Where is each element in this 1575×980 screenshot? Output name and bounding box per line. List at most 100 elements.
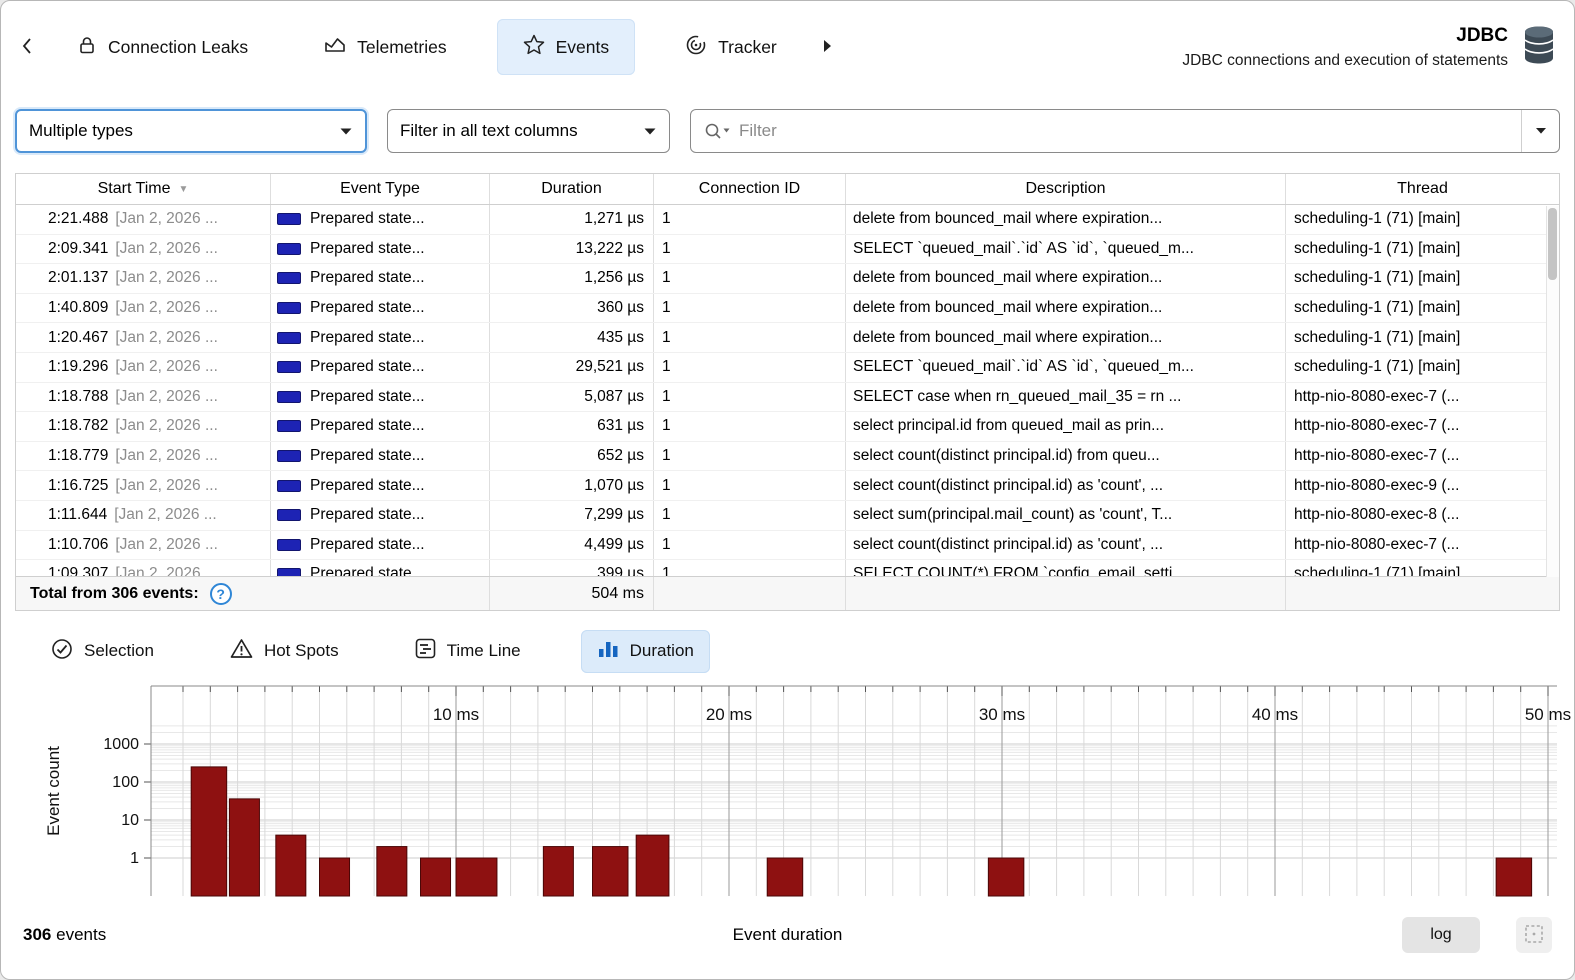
cell-connection-id: 1 [654,294,846,323]
table-row[interactable]: 1:19.296[Jan 2, 2026 ...Prepared state..… [16,353,1559,383]
events-count: 306 events [23,925,106,945]
view-tab-label: Time Line [447,641,521,661]
table-row[interactable]: 1:10.706[Jan 2, 2026 ...Prepared state..… [16,531,1559,561]
table-body: 2:21.488[Jan 2, 2026 ... Prepared state..… [16,205,1559,576]
page-subtitle: JDBC connections and execution of statem… [1182,52,1508,70]
filter-history-dropdown[interactable] [1521,110,1559,152]
hot-spots-icon [230,638,253,664]
cell-connection-id: 1 [654,501,846,530]
chevron-down-icon [643,121,657,141]
cell-connection-id: 1 [654,560,846,576]
search-icon[interactable] [691,121,739,141]
filter-search-input[interactable] [739,121,1521,141]
event-type-color-icon [277,272,301,284]
table-row[interactable]: 1:18.779[Jan 2, 2026 ...Prepared state..… [16,442,1559,472]
range-selection-button[interactable] [1516,917,1552,953]
cell-thread: scheduling-1 (71) [main] [1286,323,1559,352]
cell-event-type: Prepared state... [271,383,490,412]
column-header-event-type[interactable]: Event Type [271,174,490,204]
table-scrollbar-thumb[interactable] [1548,208,1557,280]
database-icon [1522,25,1556,70]
filter-columns-dropdown[interactable]: Filter in all text columns [387,109,670,153]
cell-start-time: 1:18.782[Jan 2, 2026 ... [16,412,271,441]
table-row[interactable]: 1:40.809[Jan 2, 2026 ...Prepared state..… [16,294,1559,324]
table-scrollbar[interactable] [1546,206,1559,577]
view-tab-label: Selection [84,641,154,661]
column-header-description[interactable]: Description [846,174,1286,204]
cell-duration: 29,521 µs [490,353,654,382]
event-type-color-icon [277,332,301,344]
svg-text:10: 10 [121,812,139,829]
column-header-thread[interactable]: Thread [1286,174,1559,204]
view-tab-duration[interactable]: Duration [581,630,710,673]
table-header: Start Time ▼ Event Type Duration Connect… [16,174,1559,205]
cell-start-time: 1:18.779[Jan 2, 2026 ... [16,442,271,471]
cell-duration: 4,499 µs [490,531,654,560]
table-row[interactable]: 2:09.341[Jan 2, 2026 ...Prepared state..… [16,235,1559,265]
tab-label: Connection Leaks [108,37,248,58]
table-row[interactable]: 1:11.644[Jan 2, 2026 ...Prepared state..… [16,501,1559,531]
view-tab-selection[interactable]: Selection [35,629,170,674]
column-header-start-time[interactable]: Start Time ▼ [16,174,271,204]
cell-start-time: 1:20.467[Jan 2, 2026 ... [16,323,271,352]
table-row[interactable]: 1:09.307[Jan 2, 2026 ...Prepared state..… [16,560,1559,576]
cell-event-type: Prepared state... [271,412,490,441]
page-title: JDBC [1182,25,1508,47]
star-icon [523,34,545,60]
total-events-label: Total from 306 events: [30,585,199,603]
cell-thread: scheduling-1 (71) [main] [1286,353,1559,382]
tab-label: Telemetries [357,37,446,58]
tabs-scroll-left-button[interactable] [15,31,39,64]
table-row[interactable]: 1:18.782[Jan 2, 2026 ...Prepared state..… [16,412,1559,442]
event-type-color-icon [277,361,301,373]
filter-bar: Multiple types Filter in all text column… [1,109,1574,153]
cell-duration: 1,271 µs [490,205,654,234]
view-tab-hot-spots[interactable]: Hot Spots [214,629,355,673]
help-icon[interactable]: ? [210,583,232,605]
cell-duration: 652 µs [490,442,654,471]
tab-bar: Connection Leaks Telemetries Events Trac… [1,1,1574,93]
cell-start-time: 2:21.488[Jan 2, 2026 ... [16,205,271,234]
event-type-dropdown-value: Multiple types [29,121,133,141]
tab-telemetries[interactable]: Telemetries [298,20,472,75]
duration-histogram-panel: 110100100010 ms20 ms30 ms40 ms50 msEvent… [1,679,1574,907]
duration-histogram: 110100100010 ms20 ms30 ms40 ms50 msEvent… [1,679,1574,907]
column-header-connection-id[interactable]: Connection ID [654,174,846,204]
table-row[interactable]: 1:20.467[Jan 2, 2026 ...Prepared state..… [16,323,1559,353]
cell-event-type: Prepared state... [271,353,490,382]
tab-connection-leaks[interactable]: Connection Leaks [51,20,274,75]
cell-thread: http-nio-8080-exec-7 (... [1286,531,1559,560]
table-row[interactable]: 2:21.488[Jan 2, 2026 ...Prepared state..… [16,205,1559,235]
cell-start-time: 1:16.725[Jan 2, 2026 ... [16,471,271,500]
event-type-color-icon [277,509,301,521]
view-tab-label: Duration [630,641,694,661]
view-tab-label: Hot Spots [264,641,339,661]
cell-start-time: 1:09.307[Jan 2, 2026 ... [16,560,271,576]
cell-thread: http-nio-8080-exec-8 (... [1286,501,1559,530]
cell-event-type: Prepared state... [271,560,490,576]
cell-connection-id: 1 [654,412,846,441]
table-row[interactable]: 2:01.137[Jan 2, 2026 ...Prepared state..… [16,264,1559,294]
cell-description: select principal.id from queued_mail as … [846,412,1286,441]
view-tab-time-line[interactable]: Time Line [399,629,537,673]
tab-events[interactable]: Events [497,19,636,75]
column-header-duration[interactable]: Duration [490,174,654,204]
cell-thread: scheduling-1 (71) [main] [1286,235,1559,264]
table-row[interactable]: 1:16.725[Jan 2, 2026 ...Prepared state..… [16,471,1559,501]
table-row[interactable]: 1:18.788[Jan 2, 2026 ...Prepared state..… [16,383,1559,413]
page-header: JDBC JDBC connections and execution of s… [1182,25,1556,70]
log-scale-button[interactable]: log [1402,917,1480,953]
event-type-color-icon [277,243,301,255]
tabs-scroll-right-button[interactable] [815,32,839,63]
event-type-dropdown[interactable]: Multiple types [15,109,367,153]
svg-text:1: 1 [130,850,139,867]
cell-connection-id: 1 [654,471,846,500]
cell-thread: scheduling-1 (71) [main] [1286,560,1559,576]
svg-text:50 ms: 50 ms [1525,705,1571,724]
cell-start-time: 1:19.296[Jan 2, 2026 ... [16,353,271,382]
cell-connection-id: 1 [654,235,846,264]
cell-duration: 399 µs [490,560,654,576]
tab-tracker[interactable]: Tracker [659,19,803,76]
svg-text:20 ms: 20 ms [706,705,752,724]
cell-duration: 13,222 µs [490,235,654,264]
